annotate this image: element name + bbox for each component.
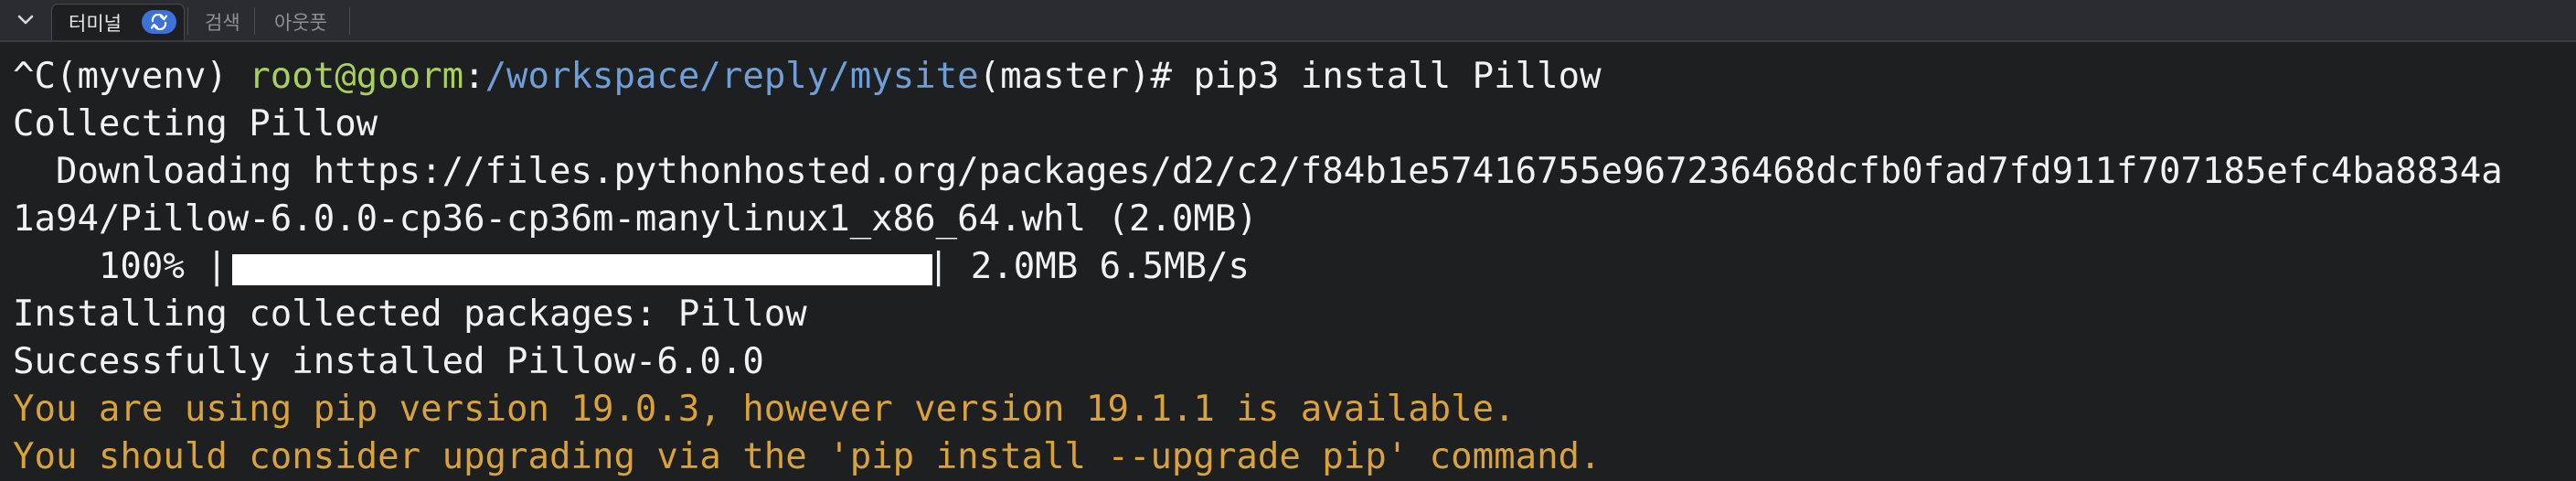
prompt-line: ^C(myvenv) root@goorm:/workspace/reply/m… [13, 53, 1602, 101]
tab-search[interactable]: 검색 [188, 4, 252, 40]
panel-tab-bar: 터미널 검색 아웃풋 [0, 0, 2576, 42]
tab-divider [254, 7, 255, 35]
tab-output[interactable]: 아웃풋 [258, 4, 349, 40]
warning-line-upgrade: You should consider upgrading via the 'p… [13, 436, 1602, 477]
chevron-down-icon [17, 15, 34, 25]
output-line-downloading-cont: 1a94/Pillow-6.0.0-cp36-cp36m-manylinux1_… [13, 198, 1258, 240]
tab-divider [349, 7, 350, 35]
progress-percent: 100% | [13, 246, 228, 287]
tab-search-label: 검색 [205, 12, 240, 34]
tab-terminal[interactable]: 터미널 [51, 4, 185, 40]
prompt-colon: : [463, 56, 485, 97]
command-text: pip3 install Pillow [1193, 56, 1602, 97]
warning-line-version: You are using pip version 19.0.3, howeve… [13, 389, 1516, 430]
prompt-path: /workspace/reply/mysite [484, 56, 979, 97]
output-line-installing: Installing collected packages: Pillow [13, 294, 807, 335]
prompt-user: root@goorm [249, 56, 464, 97]
output-line-success: Successfully installed Pillow-6.0.0 [13, 341, 764, 382]
tab-output-label: 아웃풋 [274, 12, 327, 34]
prompt-suffix: (master)# [978, 56, 1194, 97]
ide-terminal-panel: 터미널 검색 아웃풋 ^C(myvenv) root@goorm:/worksp… [0, 0, 2576, 481]
progress-tail: | 2.0MB 6.5MB/s [927, 246, 1251, 287]
sync-icon [150, 14, 168, 30]
collapse-panel-button[interactable] [11, 5, 40, 35]
output-line-downloading: Downloading https://files.pythonhosted.o… [13, 151, 2503, 192]
prompt-prefix: ^C(myvenv) [13, 56, 250, 97]
output-line-collecting: Collecting Pillow [13, 103, 378, 144]
download-progress-bar [232, 254, 932, 285]
terminal-output[interactable]: ^C(myvenv) root@goorm:/workspace/reply/m… [0, 42, 2576, 481]
tab-terminal-label: 터미널 [69, 12, 122, 35]
sync-badge[interactable] [142, 10, 176, 34]
